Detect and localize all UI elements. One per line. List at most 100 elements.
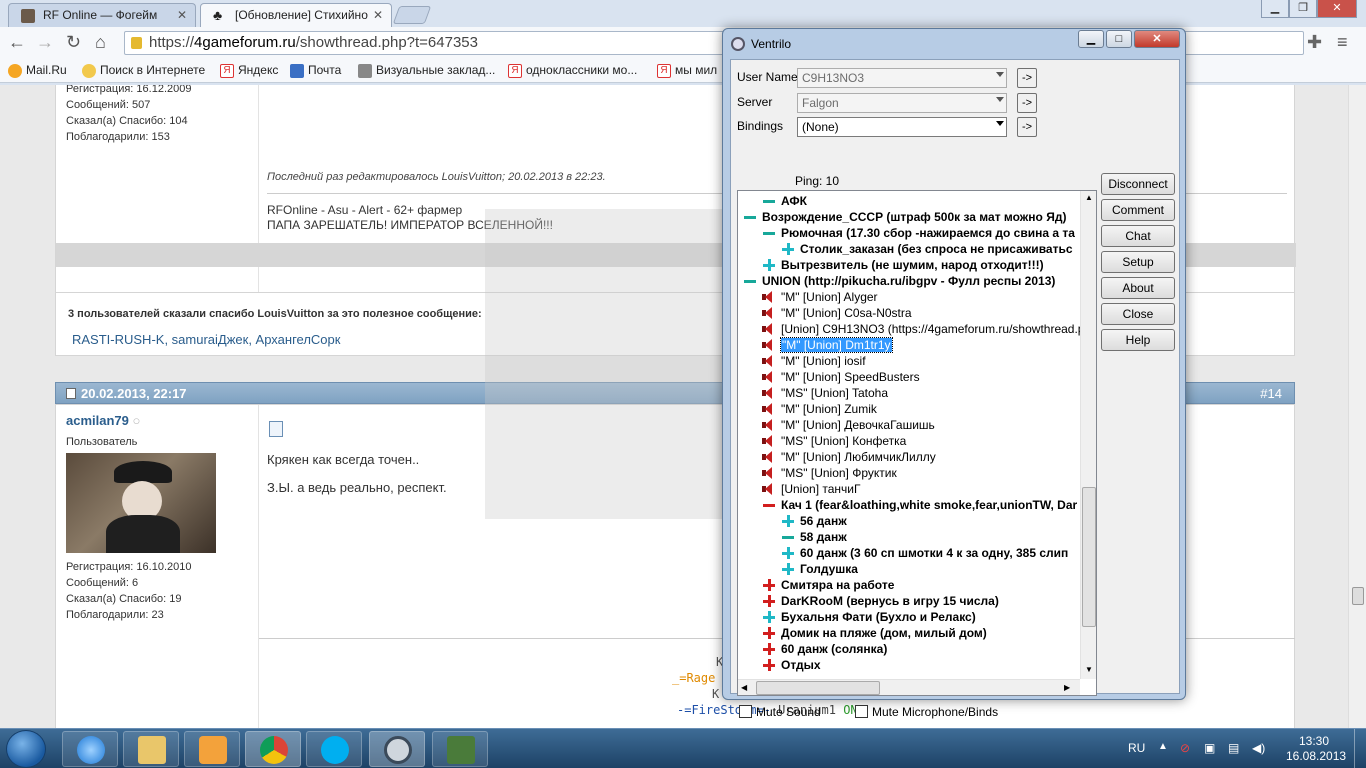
menu-icon[interactable]: ≡ [1337,32,1348,52]
home-icon[interactable]: ⌂ [95,32,106,52]
reload-icon[interactable]: ↻ [66,32,81,52]
mute-sound-checkbox[interactable] [739,705,752,718]
comment-button[interactable]: Comment [1101,199,1175,221]
taskbar-skype[interactable] [306,731,362,767]
taskbar-chrome[interactable] [245,731,301,767]
tree-channel[interactable]: Смитяра на работе [763,577,894,593]
expand-icon[interactable] [780,241,796,257]
scroll-thumb[interactable] [1352,587,1364,605]
tree-user[interactable]: "M" [Union] SpeedBusters [762,369,920,385]
scroll-left-icon[interactable]: ◀ [741,683,747,692]
server-combo[interactable]: Falgon [797,93,1007,113]
speaker-icon[interactable] [761,306,775,320]
tree-user[interactable]: "M" [Union] C0sa-N0stra [762,305,912,321]
tree-channel[interactable]: Кач 1 (fear&loathing,white smoke,fear,un… [763,497,1077,513]
forward-icon[interactable]: → [36,32,54,52]
collapse-icon[interactable] [780,529,796,545]
taskbar-explorer[interactable] [123,731,179,767]
tab-rf-online[interactable]: RF Online — Фогейм ✕ [8,3,196,27]
tree-channel[interactable]: UNION (http://pikucha.ru/ibgpv - Фулл ре… [744,273,1055,289]
server-arrow-button[interactable]: -> [1017,93,1037,113]
post-author[interactable]: acmilan79 ○ [66,413,140,428]
collapse-icon[interactable] [761,193,777,209]
back-icon[interactable]: ← [8,32,26,52]
tree-channel[interactable]: Возрождение_СССР (штраф 500к за мат можн… [744,209,1066,225]
expand-icon[interactable] [780,561,796,577]
bindings-arrow-button[interactable]: -> [1017,117,1037,137]
tree-channel[interactable]: DarKRooM (вернусь в игру 15 числа) [763,593,999,609]
speaker-icon[interactable] [761,354,775,368]
collapse-icon[interactable] [761,225,777,241]
tree-user[interactable]: [Union] C9H13NO3 (https://4gameforum.ru/… [762,321,1096,337]
tree-channel[interactable]: 58 данж [782,529,847,545]
close-window-button[interactable]: ✕ [1317,0,1357,18]
taskbar-ventrilo[interactable] [369,731,425,767]
expand-icon[interactable] [761,625,777,641]
expand-icon[interactable] [780,545,796,561]
power-icon[interactable]: ▤ [1228,741,1239,755]
tree-channel[interactable]: 60 данж (3 60 сп шмотки 4 к за одну, 385… [782,545,1068,561]
speaker-icon[interactable] [761,466,775,480]
maximize-button[interactable]: □ [1106,30,1132,48]
help-button[interactable]: Help [1101,329,1175,351]
tree-user[interactable]: "MS" [Union] Конфетка [762,433,906,449]
tree-user[interactable]: "MS" [Union] Tatoha [762,385,888,401]
tree-channel[interactable]: Рюмочная (17.30 сбор -нажираемся до свин… [763,225,1075,241]
speaker-icon[interactable] [761,434,775,448]
expand-icon[interactable] [761,577,777,593]
clock[interactable]: 13:30 16.08.2013 [1286,734,1346,764]
bookmark-odnoklassniki[interactable]: Яодноклассники мо... [508,63,637,78]
close-tab-icon[interactable]: ✕ [177,8,187,22]
username-arrow-button[interactable]: -> [1017,68,1037,88]
tray-expand-icon[interactable]: ▲ [1158,741,1168,752]
tree-user[interactable]: "MS" [Union] Фруктик [762,465,897,481]
tree-channel[interactable]: Домик на пляже (дом, милый дом) [763,625,987,641]
scroll-down-icon[interactable]: ▼ [1085,665,1093,674]
tree-user[interactable]: "M" [Union] ЛюбимчикЛиллу [762,449,936,465]
expand-icon[interactable] [761,657,777,673]
speaker-icon[interactable] [761,402,775,416]
maximize-button[interactable]: ❐ [1289,0,1317,18]
bookmark-yandex[interactable]: Я Яндекс [220,63,278,78]
new-tab-button[interactable] [392,6,432,24]
scroll-right-icon[interactable]: ▶ [1064,683,1070,692]
taskbar-media[interactable] [184,731,240,767]
page-scrollbar[interactable] [1348,85,1366,728]
tree-horizontal-scrollbar[interactable]: ◀ ▶ [738,679,1080,695]
expand-icon[interactable] [761,257,777,273]
tab-forum-thread[interactable]: ♣ [Обновление] Стихийно ✕ [200,3,392,27]
scroll-up-icon[interactable]: ▲ [1085,193,1093,202]
bookmark-search[interactable]: Поиск в Интернете [82,63,205,78]
speaker-icon[interactable] [761,450,775,464]
expand-icon[interactable] [761,641,777,657]
speaker-icon[interactable] [761,370,775,384]
close-tab-icon[interactable]: ✕ [373,8,383,22]
tree-channel[interactable]: Вытрезвитель (не шумим, народ отходит!!!… [763,257,1044,273]
tree-user[interactable]: "M" [Union] Dm1tr1y [762,337,893,353]
network-error-icon[interactable]: ⊘ [1180,741,1190,755]
channel-tree[interactable]: АФК Возрождение_СССР (штраф 500к за мат м… [737,190,1097,696]
show-desktop-button[interactable] [1354,729,1366,768]
tree-user[interactable]: "M" [Union] Alyger [762,289,878,305]
taskbar-ie[interactable] [62,731,118,767]
volume-icon[interactable]: ◀) [1252,741,1265,755]
tree-user[interactable]: "M" [Union] Zumik [762,401,877,417]
tree-hscroll-thumb[interactable] [756,681,880,695]
tree-user[interactable]: "M" [Union] ДевочкаГашишь [762,417,935,433]
chat-button[interactable]: Chat [1101,225,1175,247]
start-button[interactable] [6,730,46,768]
about-button[interactable]: About [1101,277,1175,299]
bookmark-visual[interactable]: Визуальные заклад... [358,63,495,78]
speaker-icon[interactable] [761,418,775,432]
bookmark-my-mil[interactable]: Ямы мил [657,63,717,78]
post-number-link[interactable]: #14 [1260,386,1282,401]
collapse-icon[interactable] [742,209,758,225]
speaker-icon[interactable] [761,322,775,336]
tree-channel[interactable]: АФК [763,193,807,209]
tree-channel[interactable]: 60 данж (солянка) [763,641,887,657]
username-combo[interactable]: C9H13NO3 [797,68,1007,88]
disconnect-button[interactable]: Disconnect [1101,173,1175,195]
speaker-icon[interactable] [761,386,775,400]
close-window-button[interactable]: ✕ [1134,30,1180,48]
mute-mic-checkbox[interactable] [855,705,868,718]
